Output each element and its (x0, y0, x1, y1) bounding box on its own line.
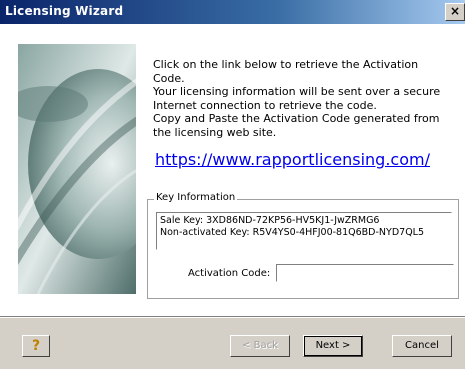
licensing-wizard-window: Licensing Wizard × Click on the link bel… (0, 0, 465, 369)
activation-code-input[interactable] (276, 264, 454, 282)
sale-key-text: Sale Key: 3XD86ND-72KP56-HV5KJ1-JwZRMG6 (160, 215, 380, 226)
key-information-label: Key Information (154, 192, 238, 203)
wizard-artwork (18, 44, 136, 294)
help-icon: ? (31, 338, 41, 354)
cancel-button[interactable]: Cancel (392, 335, 452, 357)
wizard-artwork-graphic (18, 44, 136, 294)
licensing-website-link[interactable]: https://www.rapportlicensing.com/ (155, 150, 430, 169)
instruction-line: the licensing web site. (153, 125, 277, 139)
activation-code-label: Activation Code: (188, 268, 271, 279)
non-activated-key-text: Non-activated Key: R5V4YS0-4HFJ00-81Q6BD… (160, 227, 425, 238)
back-button[interactable]: < Back (230, 335, 290, 357)
next-button[interactable]: Next > (303, 335, 363, 357)
help-button[interactable]: ? (22, 335, 50, 357)
footer-separator (0, 316, 465, 318)
title-bar[interactable]: Licensing Wizard × (0, 0, 465, 24)
window-title: Licensing Wizard (5, 4, 124, 18)
instructions-text: Click on the link below to retrieve the … (153, 58, 453, 139)
key-info-textbox[interactable]: Sale Key: 3XD86ND-72KP56-HV5KJ1-JwZRMG6 … (156, 212, 452, 250)
key-information-group: Key Information Sale Key: 3XD86ND-72KP56… (147, 192, 459, 299)
wizard-content: Click on the link below to retrieve the … (0, 24, 465, 316)
instruction-line: Click on the link below to retrieve the … (153, 58, 419, 85)
close-icon: × (449, 4, 461, 18)
close-button[interactable]: × (445, 3, 465, 21)
instruction-line: Internet connection to retrieve the code… (153, 98, 377, 112)
instruction-line: Copy and Paste the Activation Code gener… (153, 112, 440, 125)
instruction-line: Your licensing information will be sent … (153, 85, 441, 98)
